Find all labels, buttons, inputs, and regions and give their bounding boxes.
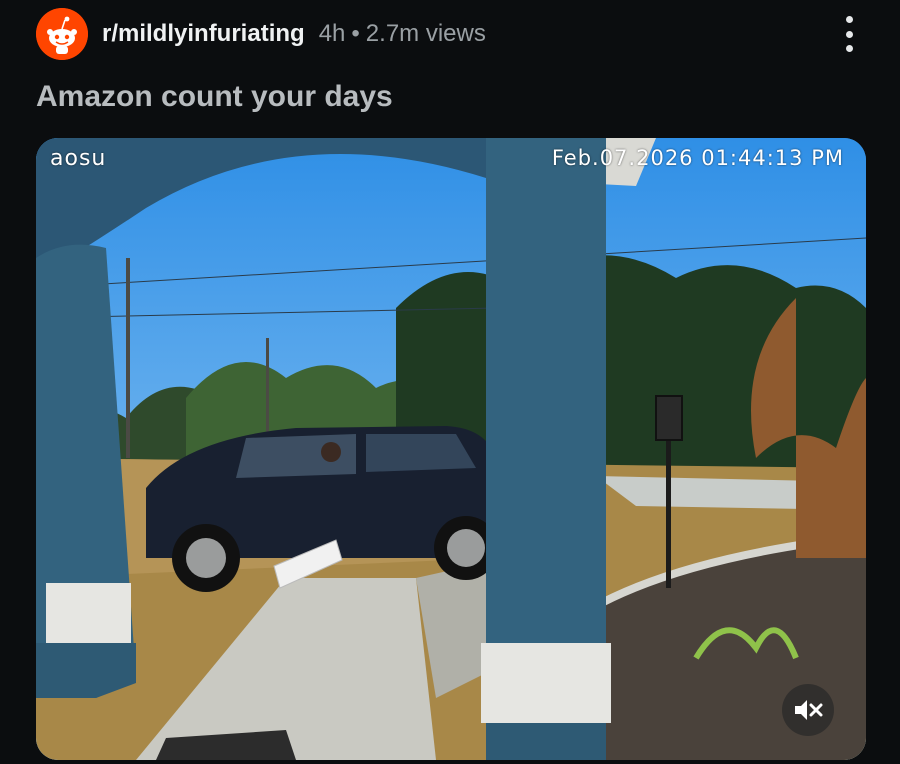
post-age: 4h [318,20,346,47]
snoo-icon [36,8,88,60]
more-vertical-icon [845,16,853,23]
post-title: Amazon count your days [36,80,393,113]
speaker-muted-icon [795,700,823,720]
post-media[interactable]: aosu Feb.07.2026 01:44:13 PM [36,138,866,760]
doorbell-camera-image [36,138,866,760]
post-header: r/mildlyinfuriating 4h • 2.7m views [36,6,864,62]
post-meta: 4h • 2.7m views [319,20,486,48]
post-views: 2.7m views [365,20,486,47]
camera-brand-label: aosu [50,146,107,171]
subreddit-name[interactable]: r/mildlyinfuriating [102,20,305,48]
mute-toggle-button[interactable] [782,684,834,736]
subreddit-avatar[interactable] [36,8,88,60]
more-options-button[interactable] [842,16,856,52]
meta-separator: • [351,20,360,47]
camera-timestamp: Feb.07.2026 01:44:13 PM [551,146,844,170]
